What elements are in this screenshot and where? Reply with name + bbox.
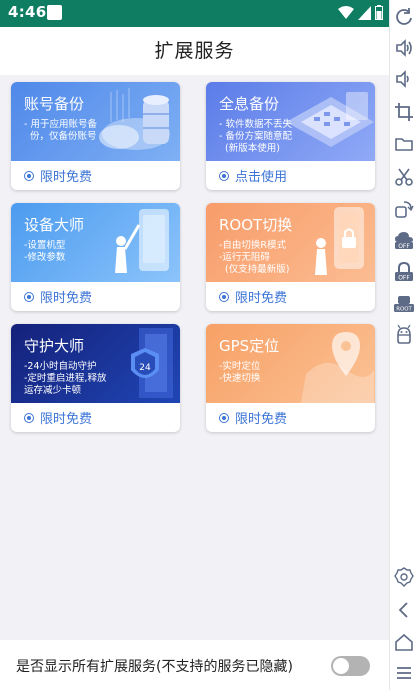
- page-title: 扩展服务: [154, 40, 235, 62]
- card-footer[interactable]: 限时免费: [11, 282, 180, 311]
- radio-icon: [24, 170, 34, 181]
- cloud-off-icon[interactable]: OFF: [393, 229, 415, 251]
- radio-icon: [219, 170, 229, 181]
- card-device-master[interactable]: 设备大师 -设置机型 -修改参数 限时免费: [11, 203, 180, 311]
- card-account-backup[interactable]: 账号备份 - 用于应用账号备 份，仅备份账号 限时免费: [11, 82, 180, 190]
- card-description: -设置机型 -修改参数: [24, 240, 66, 263]
- card-footer-label: 限时免费: [40, 170, 93, 185]
- card-gps-location[interactable]: GPS定位 -实时定位 -快速切换 限时免费: [206, 324, 375, 432]
- android-icon[interactable]: [393, 324, 415, 346]
- radio-icon: [219, 291, 229, 302]
- root-icon[interactable]: ROOT: [393, 293, 415, 315]
- svg-text:24: 24: [139, 363, 151, 373]
- badge-off-1: OFF: [398, 243, 410, 250]
- toggle-knob: [333, 658, 349, 674]
- crop-icon[interactable]: [393, 101, 415, 123]
- rotate-icon[interactable]: [393, 198, 415, 220]
- notification-icon: [47, 5, 62, 20]
- card-banner: 24 守护大师 -24小时自动守护 -定时重启进程,释放 运存减少卡顿: [11, 324, 180, 403]
- volume-down-icon[interactable]: [393, 68, 415, 90]
- card-banner: ROOT切换 -自由切换R模式 -运行无阻碍 (仅支持最新版): [206, 203, 375, 282]
- card-description: - 软件数据不丢失 - 备份方案随意配 (新版本使用): [219, 119, 292, 154]
- service-grid: 账号备份 - 用于应用账号备 份，仅备份账号 限时免费 全息备份 - 软件数据不…: [0, 75, 389, 640]
- signal-icon: [358, 5, 371, 20]
- wifi-icon: [338, 5, 354, 19]
- card-title: 设备大师: [24, 216, 85, 234]
- radio-icon: [219, 412, 229, 423]
- show-all-services-toggle[interactable]: [331, 656, 370, 676]
- home-icon[interactable]: [393, 631, 415, 653]
- card-footer[interactable]: 限时免费: [206, 282, 375, 311]
- radio-icon: [24, 412, 34, 423]
- refresh-icon[interactable]: [393, 6, 415, 28]
- menu-icon[interactable]: [393, 662, 415, 684]
- card-banner: 账号备份 - 用于应用账号备 份，仅备份账号: [11, 82, 180, 161]
- badge-off-2: OFF: [398, 275, 410, 282]
- scissors-icon[interactable]: [393, 166, 415, 188]
- card-banner: GPS定位 -实时定位 -快速切换: [206, 324, 375, 403]
- card-title: 守护大师: [24, 337, 85, 355]
- card-footer-label: 限时免费: [235, 412, 288, 427]
- card-footer[interactable]: 点击使用: [206, 161, 375, 190]
- card-title: ROOT切换: [219, 216, 293, 234]
- card-banner: 设备大师 -设置机型 -修改参数: [11, 203, 180, 282]
- settings-icon[interactable]: [393, 566, 415, 588]
- radio-icon: [24, 291, 34, 302]
- card-description: -自由切换R模式 -运行无阻碍 (仅支持最新版): [219, 240, 290, 275]
- card-root-switch[interactable]: ROOT切换 -自由切换R模式 -运行无阻碍 (仅支持最新版) 限时免费: [206, 203, 375, 311]
- badge-root: ROOT: [396, 307, 412, 313]
- status-bar: 4:46: [0, 0, 389, 27]
- card-footer-label: 限时免费: [235, 291, 288, 306]
- card-description: -实时定位 -快速切换: [219, 361, 261, 384]
- back-icon[interactable]: [393, 599, 415, 621]
- card-footer-label: 限时免费: [40, 291, 93, 306]
- card-title: 全息备份: [219, 95, 280, 113]
- header: 扩展服务: [0, 27, 389, 75]
- card-footer[interactable]: 限时免费: [11, 161, 180, 190]
- card-description: -24小时自动守护 -定时重启进程,释放 运存减少卡顿: [24, 361, 107, 396]
- card-banner: 全息备份 - 软件数据不丢失 - 备份方案随意配 (新版本使用): [206, 82, 375, 161]
- battery-icon: [375, 5, 383, 20]
- card-footer-label: 限时免费: [40, 412, 93, 427]
- bottom-bar: 是否显示所有扩展服务(不支持的服务已隐藏): [0, 640, 389, 690]
- card-description: - 用于应用账号备 份，仅备份账号: [24, 119, 97, 142]
- card-title: 账号备份: [24, 95, 85, 113]
- side-toolbar: OFF OFF ROOT: [389, 0, 417, 690]
- show-all-services-label: 是否显示所有扩展服务(不支持的服务已隐藏): [16, 659, 293, 675]
- card-title: GPS定位: [219, 337, 280, 355]
- folder-icon[interactable]: [393, 133, 415, 155]
- card-footer[interactable]: 限时免费: [206, 403, 375, 432]
- lock-off-icon[interactable]: OFF: [393, 261, 415, 283]
- status-time: 4:46: [8, 3, 47, 21]
- volume-up-icon[interactable]: [393, 37, 415, 59]
- card-footer[interactable]: 限时免费: [11, 403, 180, 432]
- card-footer-label: 点击使用: [235, 170, 288, 185]
- card-guard-master[interactable]: 24 守护大师 -24小时自动守护 -定时重启进程,释放 运存减少卡顿 限时免费: [11, 324, 180, 432]
- card-holo-backup[interactable]: 全息备份 - 软件数据不丢失 - 备份方案随意配 (新版本使用) 点击使用: [206, 82, 375, 190]
